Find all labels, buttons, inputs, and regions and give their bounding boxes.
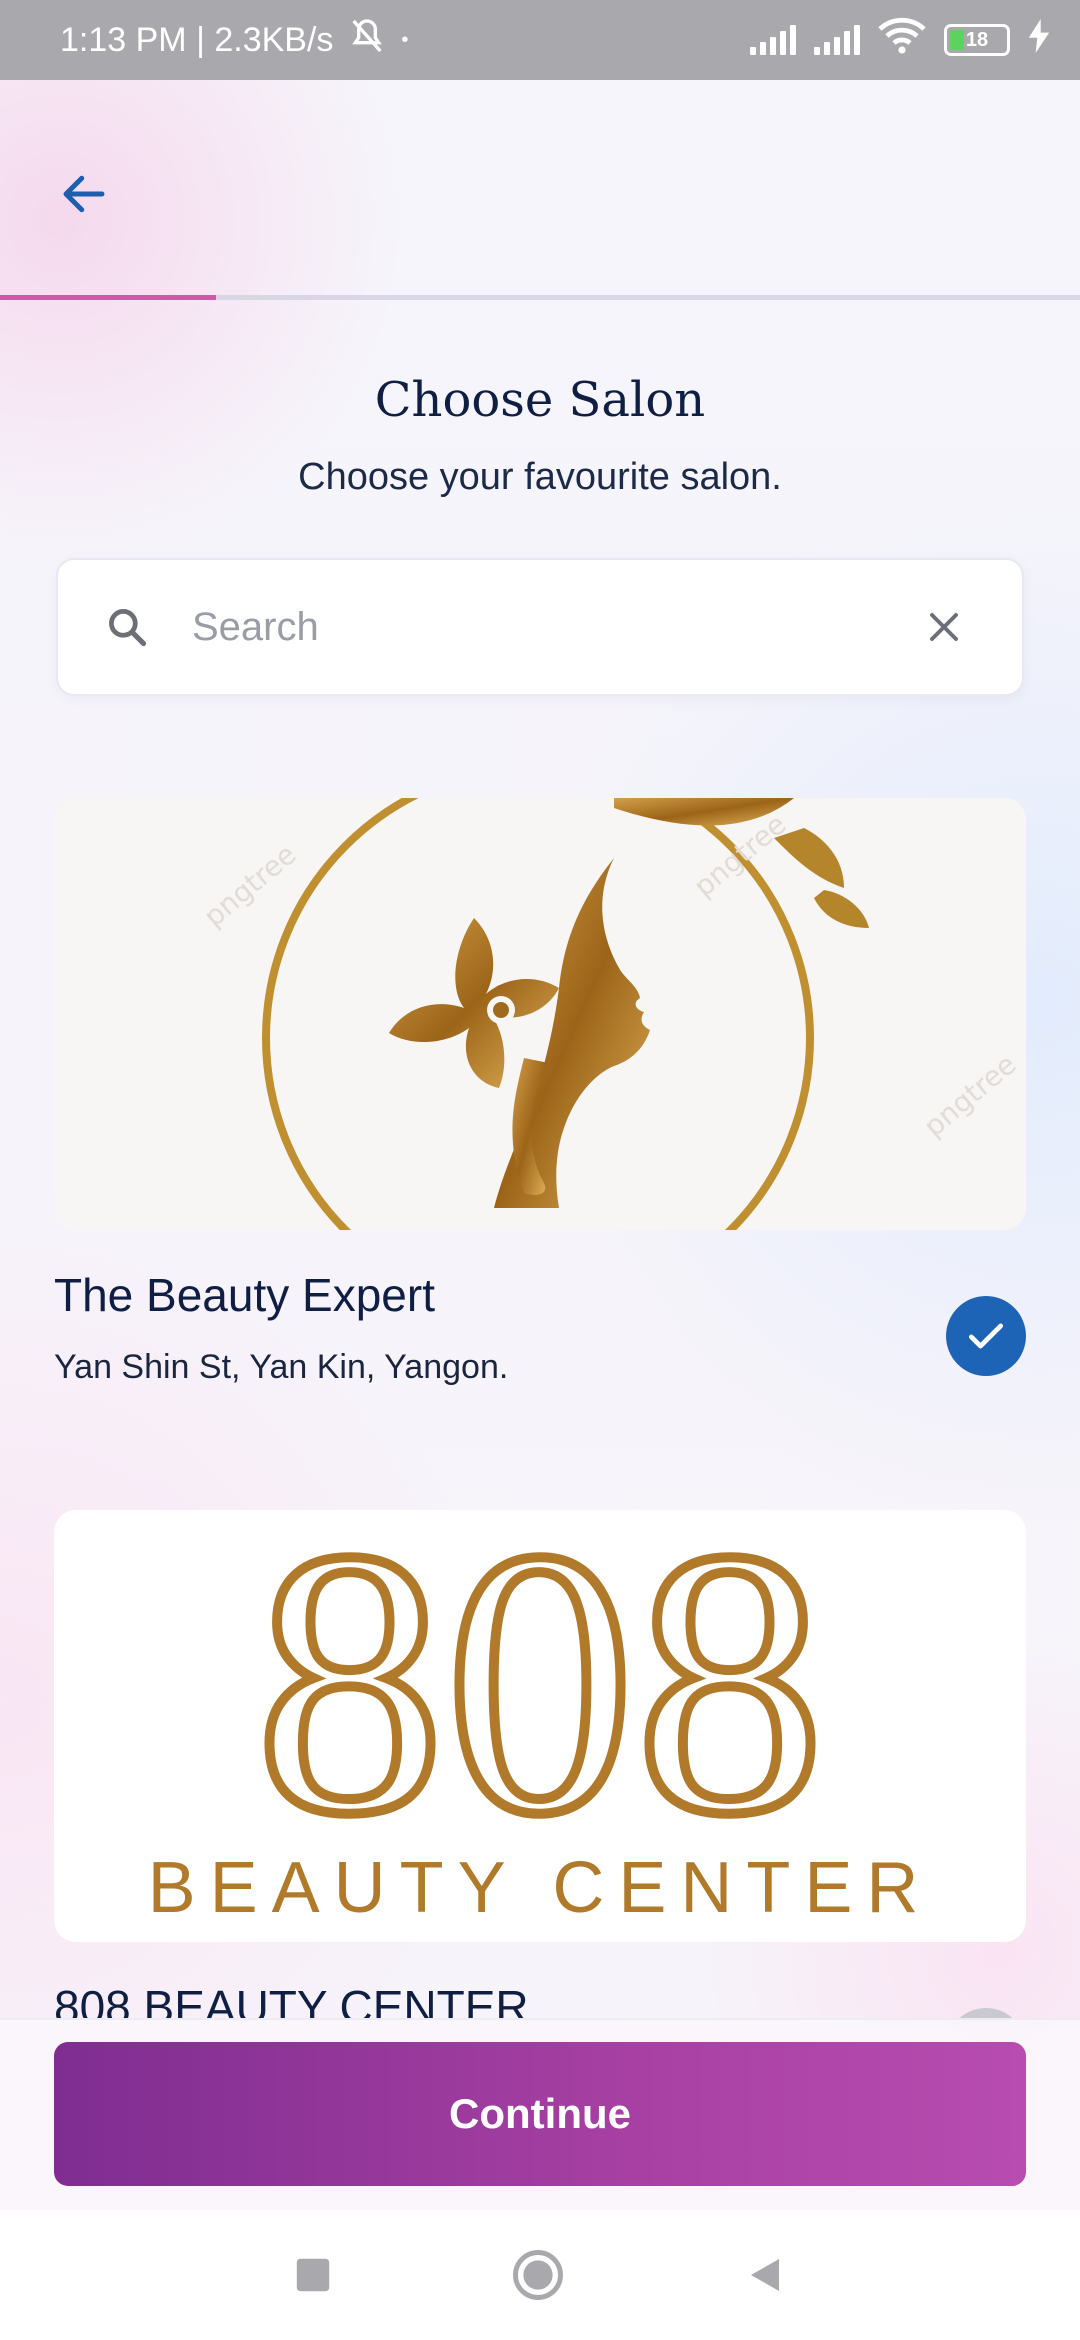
search-box xyxy=(56,558,1024,696)
salon-logo-808: 808 BEAUTY CENTER xyxy=(54,1510,1026,1942)
home-button[interactable] xyxy=(511,2248,565,2302)
search-icon xyxy=(102,602,152,652)
recent-apps-button[interactable] xyxy=(295,2257,331,2293)
clear-search-button[interactable] xyxy=(914,597,974,657)
signal-icon-1 xyxy=(750,25,796,55)
battery-icon: 18 xyxy=(944,24,1010,56)
search-input[interactable] xyxy=(192,604,914,650)
continue-button[interactable]: Continue xyxy=(54,2042,1026,2186)
check-icon xyxy=(968,1323,1004,1349)
wifi-icon xyxy=(878,17,926,64)
back-nav-button[interactable] xyxy=(745,2255,785,2295)
salon-name: 808 BEAUTY CENTER xyxy=(54,1981,529,2020)
battery-level: 18 xyxy=(965,28,989,51)
page-subtitle: Choose your favourite salon. xyxy=(298,456,782,498)
system-nav-bar xyxy=(0,2210,1080,2340)
logo-number-808: 808 xyxy=(255,1510,825,1893)
dot-icon: • xyxy=(401,28,409,51)
header xyxy=(0,80,1080,300)
salon-card-beauty-expert[interactable]: pngtree pngtree pngtree The Beauty Exper… xyxy=(54,798,1026,1387)
arrow-left-icon xyxy=(63,175,105,213)
status-bar: 1:13 PM | 2.3KB/s • 18 xyxy=(0,0,1080,80)
back-button[interactable] xyxy=(52,162,116,226)
selected-check-button[interactable] xyxy=(946,1296,1026,1376)
salon-list[interactable]: pngtree pngtree pngtree The Beauty Exper… xyxy=(0,798,1080,2020)
square-icon xyxy=(296,2258,330,2292)
triangle-back-icon xyxy=(751,2259,779,2291)
logo-text-beauty-center: BEAUTY CENTER xyxy=(148,1848,933,1928)
charging-icon xyxy=(1028,18,1050,62)
watermark-1: pngtree xyxy=(197,838,302,934)
salon-card-808-beauty-center[interactable]: 808 BEAUTY CENTER 808 BEAUTY CENTER xyxy=(54,1510,1026,2020)
page-title: Choose Salon xyxy=(374,372,706,428)
home-circle-icon xyxy=(513,2250,563,2300)
signal-icon-2 xyxy=(814,25,860,55)
bottom-action-area: Continue xyxy=(0,2018,1080,2210)
salon-address: Yan Shin St, Yan Kin, Yangon. xyxy=(54,1348,509,1386)
status-time: 1:13 PM | 2.3KB/s xyxy=(60,20,334,59)
watermark-3: pngtree xyxy=(917,1048,1022,1144)
progress-fill xyxy=(0,295,216,300)
close-icon xyxy=(930,613,958,641)
salon-name: The Beauty Expert xyxy=(54,1269,435,1321)
salon-logo-beauty-expert: pngtree pngtree pngtree xyxy=(54,798,1026,1230)
progress-bar xyxy=(0,295,1080,300)
mute-bell-icon xyxy=(347,16,387,65)
